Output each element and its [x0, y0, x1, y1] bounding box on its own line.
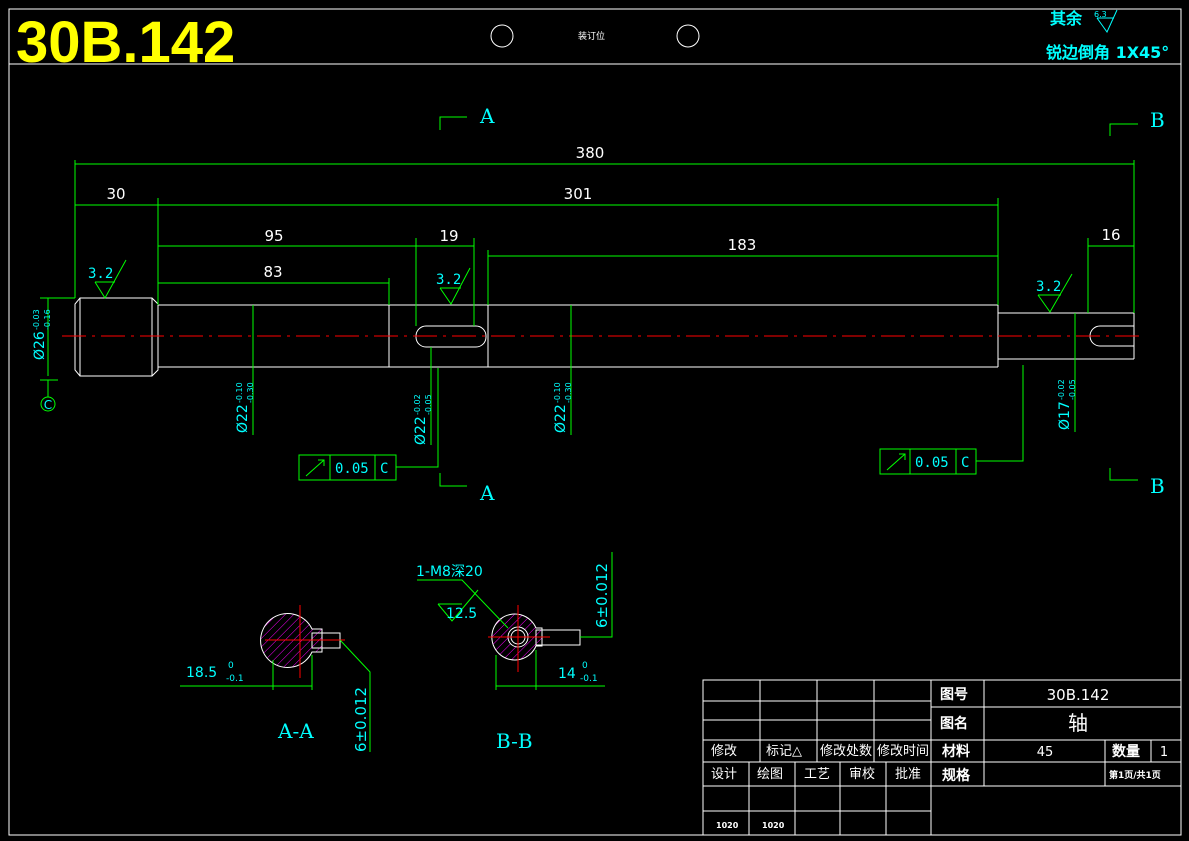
section-bb-title: B-B: [496, 729, 533, 753]
dia22c-lower: -0.30: [564, 382, 573, 403]
drawing-border: [8, 8, 1182, 836]
shaft-outline: [74, 297, 1135, 377]
dim-95: 95: [264, 227, 283, 245]
dia26-upper: -0.03: [32, 309, 41, 330]
title-material: 45: [1037, 745, 1054, 760]
binding-hole-left: [490, 24, 514, 48]
section-bb-width-upper: 0: [582, 661, 588, 671]
section-aa-key: 6±0.012: [352, 687, 370, 752]
dia22c-upper: -0.10: [553, 382, 562, 403]
rev-header-count: 修改处数: [820, 744, 872, 759]
dia17-label: Ø17 -0.02 -0.05: [1057, 379, 1077, 430]
dia22b-upper: -0.02: [413, 394, 422, 415]
sign-header-process: 工艺: [804, 767, 830, 782]
label-spec: 规格: [942, 767, 971, 784]
section-marker-a-lower: [439, 473, 467, 487]
dia22b-text: Ø22: [413, 416, 429, 445]
section-aa-width-upper: 0: [228, 661, 234, 671]
section-marker-b-upper: [1109, 123, 1138, 136]
section-label-b-upper: B: [1150, 108, 1165, 132]
section-marker-b-lower: [1109, 468, 1138, 481]
cad-drawing: 30B.142 装订位 其余 6.3 锐边倒角 1X45° A A B B 38…: [8, 8, 1182, 836]
dim-16: 16: [1101, 226, 1120, 244]
rev-header-time: 修改时间: [877, 744, 929, 759]
dia22b-label: Ø22 -0.02 -0.05: [413, 394, 433, 445]
tolerance-right-datum: C: [961, 455, 969, 471]
chamfer-note: 锐边倒角 1X45°: [1046, 43, 1169, 62]
tolerance-left-value: 0.05: [335, 461, 369, 477]
section-label-a-upper: A: [479, 104, 495, 128]
dia22c-label: Ø22 -0.10 -0.30: [553, 382, 573, 433]
dia26-text: Ø26: [32, 331, 48, 360]
binding-label: 装订位: [578, 30, 605, 42]
sign-header-draw: 绘图: [757, 767, 783, 782]
title-qty: 1: [1160, 745, 1168, 760]
dia26-lower: -0.16: [43, 309, 52, 330]
top-dimension-lines: [74, 160, 1135, 326]
thread-roughness: 12.5: [446, 606, 477, 622]
rev-header-modify: 修改: [711, 744, 737, 759]
dia17-lower: -0.05: [1068, 379, 1077, 400]
sign-value-design: 1020: [716, 821, 739, 830]
dim-183: 183: [728, 236, 757, 254]
binding-hole-right: [676, 24, 700, 48]
tolerance-right-value: 0.05: [915, 455, 949, 471]
sign-header-design: 设计: [711, 767, 737, 782]
title-sheet: 第1页/共1页: [1109, 769, 1161, 781]
title-drawing-no: 30B.142: [1047, 686, 1110, 704]
tolerance-frame-right: [879, 365, 1024, 475]
dia22a-label: Ø22 -0.10 -0.30: [235, 382, 255, 433]
rev-header-mark: 标记△: [766, 744, 802, 759]
dia22a-upper: -0.10: [235, 382, 244, 403]
dia26-label: Ø26 -0.03 -0.16: [32, 309, 52, 360]
sign-value-draw: 1020: [762, 821, 785, 830]
label-qty: 数量: [1112, 743, 1140, 760]
section-bb-width: 14: [558, 666, 576, 682]
dia22c-text: Ø22: [553, 404, 569, 433]
sign-header-approve: 批准: [895, 767, 921, 782]
datum-c-label: C: [44, 398, 52, 412]
roughness-left: 3.2: [88, 266, 113, 282]
roughness-note-prefix: 其余: [1050, 9, 1083, 28]
label-name: 图名: [940, 715, 968, 732]
section-marker-a-upper: [439, 116, 467, 130]
sign-header-check: 审校: [849, 766, 875, 782]
dia22b-lower: -0.05: [424, 394, 433, 415]
thread-note: 1-M8深20: [416, 564, 483, 580]
roughness-mid: 3.2: [436, 272, 461, 288]
section-aa-width-lower: -0.1: [226, 674, 244, 684]
dim-83: 83: [263, 263, 282, 281]
dia17-upper: -0.02: [1057, 379, 1066, 400]
drawing-number-large: 30B.142: [16, 10, 235, 75]
section-label-a-lower: A: [479, 481, 495, 505]
section-bb-key: 6±0.012: [593, 563, 611, 628]
dim-overall: 380: [576, 144, 605, 162]
section-aa-width: 18.5: [186, 665, 217, 681]
dim-19: 19: [439, 227, 458, 245]
dia17-text: Ø17: [1057, 401, 1073, 430]
section-bb-width-lower: -0.1: [580, 674, 598, 684]
label-material: 材料: [942, 743, 970, 760]
section-label-b-lower: B: [1150, 474, 1165, 498]
title-part-name: 轴: [1068, 711, 1088, 735]
dim-left-step: 30: [106, 185, 125, 203]
label-drawing-no: 图号: [940, 687, 968, 703]
roughness-right: 3.2: [1036, 279, 1061, 295]
section-aa-title: A-A: [277, 719, 314, 743]
dim-middle: 301: [564, 185, 593, 203]
tolerance-left-datum: C: [380, 461, 388, 477]
dia22a-text: Ø22: [235, 404, 251, 433]
dia22a-lower: -0.30: [246, 382, 255, 403]
